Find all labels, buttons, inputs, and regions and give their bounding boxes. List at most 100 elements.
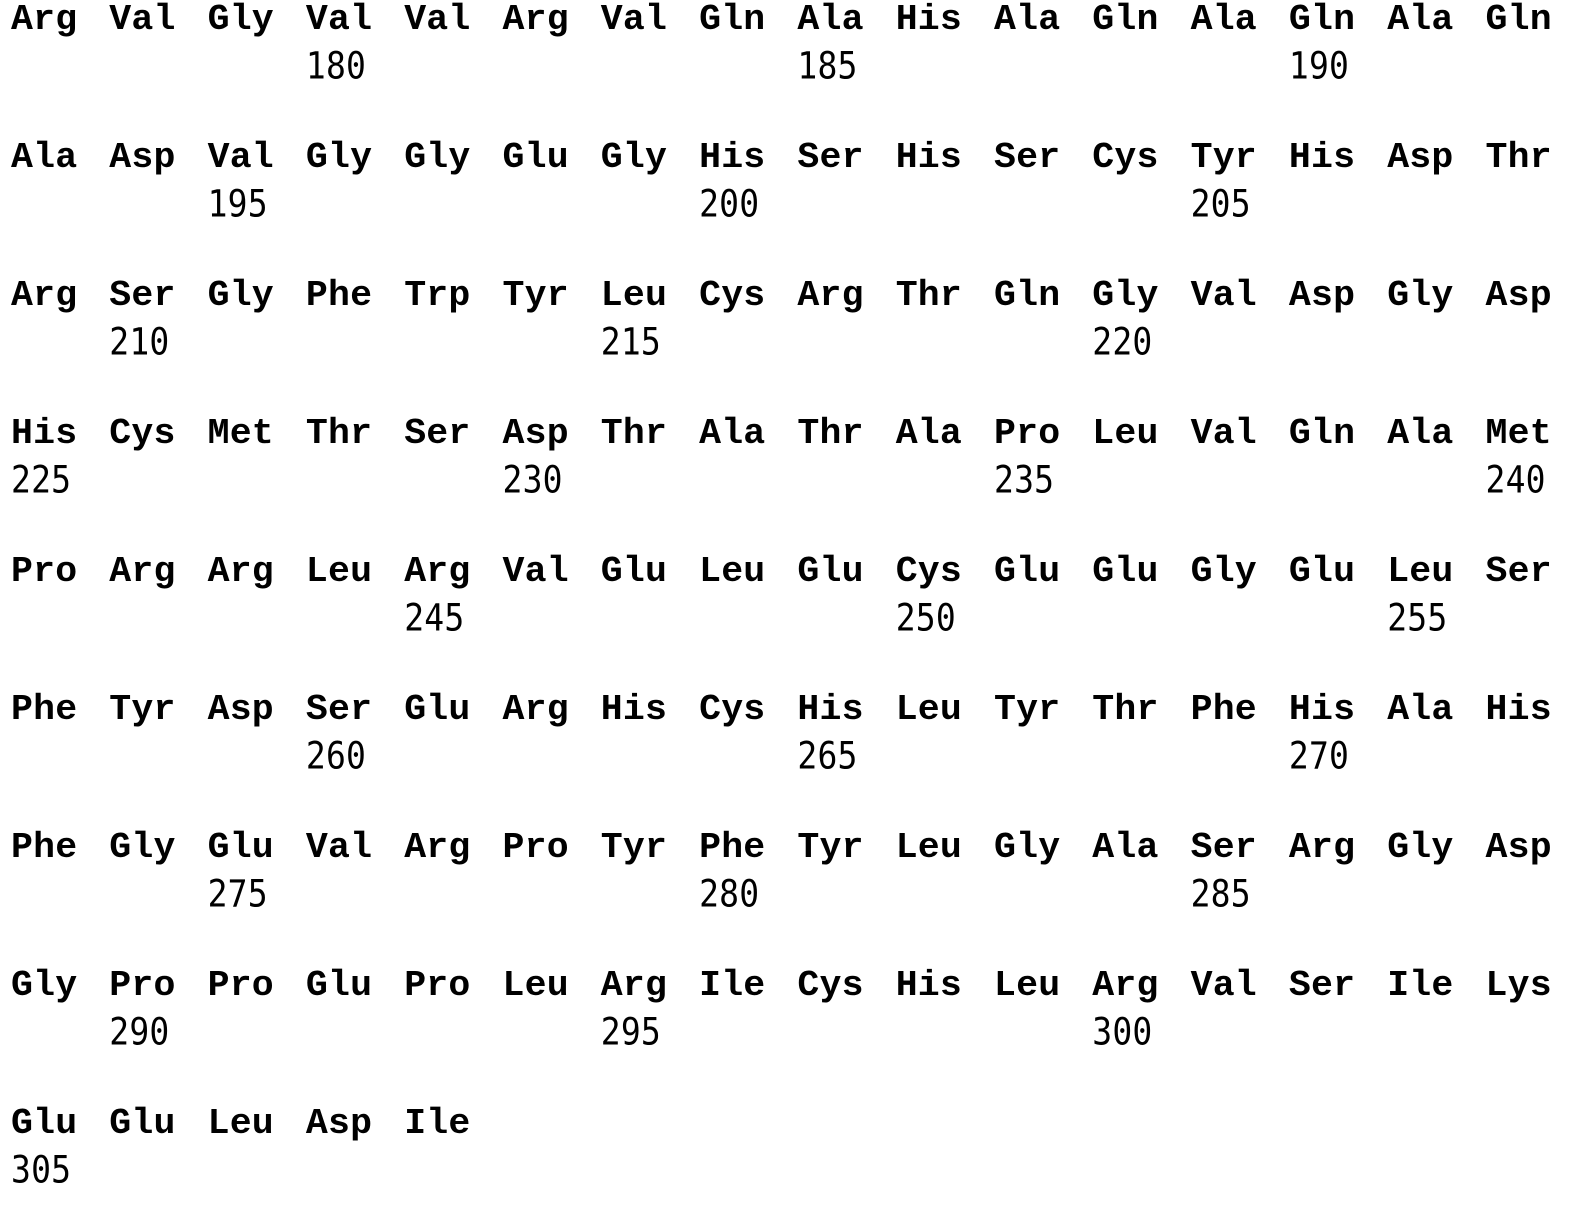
residue: Ala [994, 0, 1061, 40]
residue: Glu [207, 827, 274, 868]
residue: Val [305, 827, 373, 868]
residue: Trp [404, 275, 471, 316]
residue: Val [1190, 413, 1257, 454]
residue: Pro [404, 965, 471, 1006]
residue: Thr [797, 413, 864, 454]
residue: Gly [11, 965, 78, 1006]
residue: Thr [895, 275, 962, 316]
residue: Gly [994, 827, 1061, 868]
residue: Ser [404, 413, 471, 454]
sequence-block: Gly Pro Pro Glu Pro Leu Arg Ile Cys His Leu Arg Val S… [0, 966, 1594, 1076]
position-number: 300 [1092, 1010, 1153, 1054]
residue: Ser [1190, 827, 1257, 868]
residue-row: Arg Ser Gly Phe Trp Tyr Leu Cys Arg Thr Gln Gly Val A… [0, 276, 1594, 316]
residue: Ser [1485, 551, 1552, 592]
position-number-row: 275 280 285 [0, 872, 1594, 916]
position-number: 240 [1485, 458, 1546, 502]
residue: Val [502, 551, 569, 592]
position-number: 285 [1190, 872, 1251, 916]
residue: Ala [1092, 827, 1159, 868]
position-number: 220 [1092, 320, 1153, 364]
residue: Cys [895, 551, 962, 592]
residue: Ile [699, 965, 766, 1006]
residue: Arg [1288, 827, 1356, 868]
residue: Glu [305, 965, 373, 1006]
residue: His [895, 137, 962, 178]
residue: His [600, 689, 668, 730]
residue: Met [207, 413, 274, 454]
residue: His [895, 0, 962, 40]
residue: Arg [797, 275, 864, 316]
residue: His [895, 965, 962, 1006]
position-number: 225 [11, 458, 72, 502]
residue: Tyr [994, 689, 1061, 730]
residue: Pro [11, 551, 78, 592]
position-number: 255 [1387, 596, 1448, 640]
sequence-block: Arg Ser Gly Phe Trp Tyr Leu Cys Arg Thr Gln Gly Val A… [0, 276, 1594, 386]
residue: Arg [109, 551, 176, 592]
sequence-block: Arg Val Gly Val Val Arg Val Gln Ala His Ala Gln Ala G… [0, 0, 1594, 110]
residue: Pro [502, 827, 569, 868]
residue: Pro [994, 413, 1061, 454]
residue: Tyr [797, 827, 864, 868]
position-number-row: 290 295 300 [0, 1010, 1594, 1054]
residue: Glu [109, 1103, 176, 1144]
residue: Glu [994, 551, 1061, 592]
position-number: 215 [600, 320, 661, 364]
residue: Ser [305, 689, 373, 730]
position-number: 275 [207, 872, 268, 916]
residue: Glu [797, 551, 864, 592]
residue: Tyr [502, 275, 569, 316]
residue: Cys [699, 275, 766, 316]
residue: Leu [600, 275, 668, 316]
residue: Arg [404, 827, 471, 868]
residue: Arg [600, 965, 668, 1006]
position-number-row: 305 [0, 1148, 1594, 1192]
residue: Thr [1485, 137, 1552, 178]
position-number-row: 210 215 220 [0, 320, 1594, 364]
residue: Arg [11, 0, 78, 40]
residue: Ala [11, 137, 78, 178]
residue: Gly [1092, 275, 1159, 316]
position-number: 290 [109, 1010, 170, 1054]
residue: Lys [1485, 965, 1552, 1006]
position-number: 305 [11, 1148, 72, 1192]
residue: Arg [502, 0, 569, 40]
residue: Phe [305, 275, 373, 316]
residue: His [1288, 689, 1356, 730]
residue: Ala [1387, 413, 1454, 454]
sequence-block: Pro Arg Arg Leu Arg Val Glu Leu Glu Cys Glu Glu Gly G… [0, 552, 1594, 662]
sequence-listing: Arg Val Gly Val Val Arg Val Gln Ala His Ala Gln Ala G… [0, 0, 1594, 1205]
residue: His [11, 413, 78, 454]
residue: Ala [1190, 0, 1257, 40]
residue: Gly [600, 137, 668, 178]
residue: Ile [404, 1103, 471, 1144]
residue: Arg [502, 689, 569, 730]
residue: Gly [1190, 551, 1257, 592]
residue: Ser [994, 137, 1061, 178]
residue-row: Glu Glu Leu Asp Ile [0, 1104, 1594, 1144]
residue: Asp [1485, 827, 1552, 868]
residue: Tyr [600, 827, 668, 868]
residue: Cys [797, 965, 864, 1006]
residue: Pro [109, 965, 176, 1006]
position-number: 295 [600, 1010, 661, 1054]
residue: Phe [11, 827, 78, 868]
residue-row: Arg Val Gly Val Val Arg Val Gln Ala His Ala Gln Ala G… [0, 0, 1594, 40]
residue-row: Gly Pro Pro Glu Pro Leu Arg Ile Cys His Leu Arg Val S… [0, 966, 1594, 1006]
residue: Asp [109, 137, 176, 178]
residue: Phe [1190, 689, 1257, 730]
residue: Val [305, 0, 373, 40]
residue: Cys [1092, 137, 1159, 178]
position-number-row: 245 250 255 [0, 596, 1594, 640]
position-number-row: 260 265 270 [0, 734, 1594, 778]
residue: Asp [305, 1103, 373, 1144]
position-number: 200 [699, 182, 760, 226]
residue: His [699, 137, 766, 178]
position-number: 245 [404, 596, 465, 640]
residue: Leu [305, 551, 373, 592]
residue: Asp [1387, 137, 1454, 178]
residue: Phe [699, 827, 766, 868]
position-number: 260 [305, 734, 367, 778]
position-number: 230 [502, 458, 563, 502]
